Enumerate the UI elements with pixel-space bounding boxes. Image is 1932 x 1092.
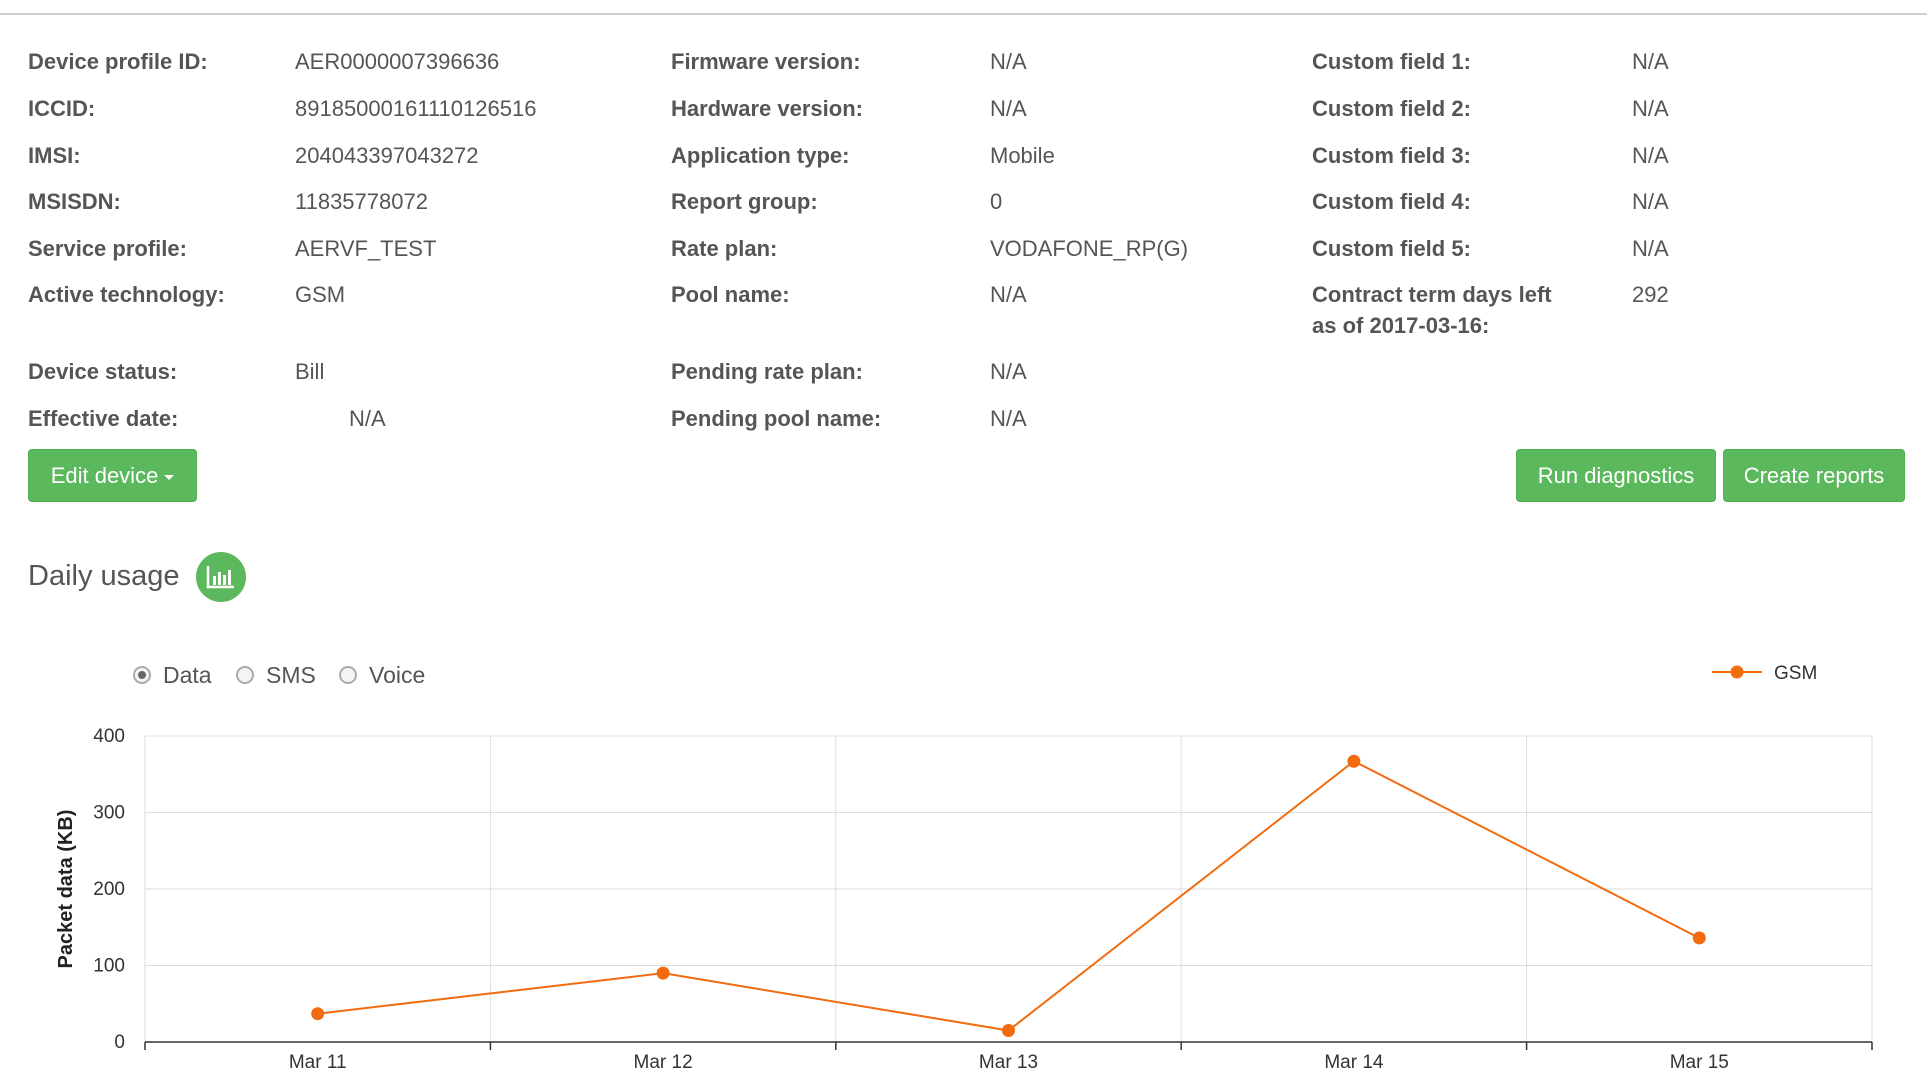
rate-plan-value: VODAFONE_RP(G) [990,236,1189,261]
firmware-version-label: Firmware version: [671,49,861,74]
iccid-value: 89185000161110126516 [295,96,537,121]
msisdn-value: 11835778072 [295,189,428,214]
contract-term-value: 292 [1632,282,1669,307]
msisdn-label: MSISDN: [28,189,121,214]
data-point [1002,1024,1015,1038]
y-tick-label: 200 [93,879,125,900]
top-divider [0,13,1927,15]
custom-field-2-value: N/A [1632,96,1669,121]
legend-label: GSM [1774,663,1817,684]
daily-usage-chart: 0 100 200 300 400 Mar 11 Mar 12 Mar 13 Mar 14 Mar… [55,663,1873,1073]
chart-legend[interactable]: GSM [1712,663,1817,684]
legend-marker [1730,665,1744,679]
active-technology-label: Active technology: [28,282,225,307]
x-tick-label: Mar 11 [289,1052,347,1073]
pending-rate-plan-label: Pending rate plan: [671,359,863,384]
custom-field-1-value: N/A [1632,49,1669,74]
custom-field-2-label: Custom field 2: [1312,96,1471,121]
imsi-label: IMSI: [28,143,81,168]
x-tick-label: Mar 13 [979,1052,1038,1073]
custom-field-3-value: N/A [1632,143,1669,168]
bar-chart-glyph [206,566,234,589]
pool-name-value: N/A [990,282,1027,307]
daily-usage-title: Daily usage [28,560,180,592]
active-technology-value: GSM [295,282,346,307]
y-axis-label: Packet data (KB) [55,810,77,969]
device-status-value: Bill [295,359,325,384]
pending-rate-plan-value: N/A [990,359,1027,384]
data-point [1692,931,1706,945]
x-tick-label: Mar 14 [1324,1052,1384,1073]
y-tick-label: 400 [93,726,125,747]
pool-name-label: Pool name: [671,282,790,307]
bar-chart-icon[interactable] [196,552,246,602]
service-profile-label: Service profile: [28,236,187,261]
x-tick-label: Mar 12 [634,1052,693,1073]
firmware-version-value: N/A [990,49,1027,74]
custom-field-4-value: N/A [1632,189,1669,214]
contract-term-date-label: as of 2017-03-16: [1312,313,1490,338]
custom-field-5-label: Custom field 5: [1312,236,1471,261]
caret-down-icon [164,474,175,480]
custom-field-4-label: Custom field 4: [1312,189,1471,214]
application-type-value: Mobile [990,143,1055,168]
service-profile-value: AERVF_TEST [295,236,437,261]
chart-grid [144,735,1873,1043]
hardware-version-label: Hardware version: [671,96,863,121]
data-point [656,966,670,980]
effective-date-label: Effective date: [28,406,179,431]
edit-device-label: Edit device [50,462,159,488]
application-type-label: Application type: [671,143,850,168]
y-tick-label: 100 [93,956,125,977]
create-reports-button[interactable]: Create reports [1723,449,1905,502]
device-profile-id-label: Device profile ID: [28,49,208,74]
contract-term-label: Contract term days left [1312,282,1552,307]
data-point [1347,754,1361,768]
report-group-value: 0 [990,189,1003,214]
y-tick-label: 0 [114,1032,125,1053]
pending-pool-name-label: Pending pool name: [671,406,882,431]
run-diagnostics-button[interactable]: Run diagnostics [1516,449,1716,502]
data-point [311,1007,325,1021]
hardware-version-value: N/A [990,96,1027,121]
edit-device-button[interactable]: Edit device [28,449,197,502]
device-profile-id-value: AER0000007396636 [295,49,500,74]
iccid-label: ICCID: [28,96,96,121]
rate-plan-label: Rate plan: [671,236,778,261]
custom-field-3-label: Custom field 3: [1312,143,1471,168]
y-tick-label: 300 [93,803,125,824]
custom-field-5-value: N/A [1632,236,1669,261]
pending-pool-name-value: N/A [990,406,1027,431]
imsi-value: 204043397043272 [295,143,479,168]
custom-field-1-label: Custom field 1: [1312,49,1471,74]
device-status-label: Device status: [28,359,178,384]
effective-date-value: N/A [349,406,386,431]
x-tick-label: Mar 15 [1670,1052,1729,1073]
report-group-label: Report group: [671,189,818,214]
